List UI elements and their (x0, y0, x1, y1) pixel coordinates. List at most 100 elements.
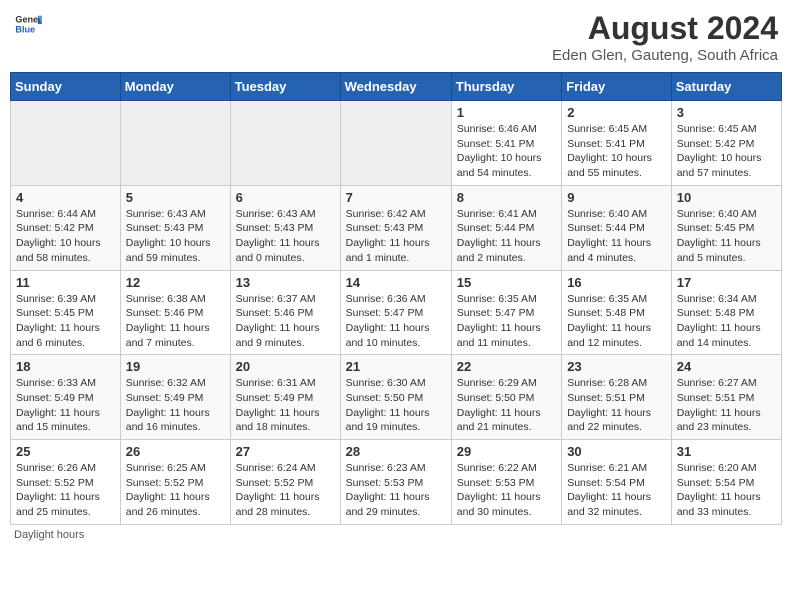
cell-info: Sunrise: 6:45 AM Sunset: 5:41 PM Dayligh… (567, 122, 666, 181)
cell-info: Sunrise: 6:20 AM Sunset: 5:54 PM Dayligh… (677, 461, 776, 520)
calendar-cell: 4Sunrise: 6:44 AM Sunset: 5:42 PM Daylig… (11, 185, 121, 270)
calendar-cell: 28Sunrise: 6:23 AM Sunset: 5:53 PM Dayli… (340, 440, 451, 525)
cell-info: Sunrise: 6:25 AM Sunset: 5:52 PM Dayligh… (126, 461, 225, 520)
cell-info: Sunrise: 6:40 AM Sunset: 5:45 PM Dayligh… (677, 207, 776, 266)
daylight-label: Daylight hours (14, 529, 84, 541)
header: General Blue August 2024 Eden Glen, Gaut… (10, 10, 782, 64)
col-header-sunday: Sunday (11, 73, 121, 101)
cell-info: Sunrise: 6:41 AM Sunset: 5:44 PM Dayligh… (457, 207, 556, 266)
calendar-cell: 9 Sunrise: 6:40 AM Sunset: 5:44 PM Daylig… (562, 185, 672, 270)
calendar-cell: 14 Sunrise: 6:36 AM Sunset: 5:47 PM Dayli… (340, 270, 451, 355)
calendar-cell: 1 Sunrise: 6:46 AM Sunset: 5:41 PM Daylig… (451, 101, 561, 186)
calendar-cell: 2 Sunrise: 6:45 AM Sunset: 5:41 PM Daylig… (562, 101, 672, 186)
calendar-week-row: 18 Sunrise: 6:33 AM Sunset: 5:49 PM Dayli… (11, 355, 782, 440)
calendar-table: SundayMondayTuesdayWednesdayThursdayFrid… (10, 72, 782, 525)
calendar-cell: 25 Sunrise: 6:26 AM Sunset: 5:52 PM Dayli… (11, 440, 121, 525)
cell-info: Sunrise: 6:26 AM Sunset: 5:52 PM Dayligh… (16, 461, 115, 520)
cell-info: Sunrise: 6:39 AM Sunset: 5:45 PM Dayligh… (16, 292, 115, 351)
cell-date-number: 26 (126, 444, 225, 459)
cell-date-number: 27 (236, 444, 335, 459)
cell-info: Sunrise: 6:37 AM Sunset: 5:46 PM Dayligh… (236, 292, 335, 351)
title-area: August 2024 Eden Glen, Gauteng, South Af… (552, 10, 778, 64)
cell-date-number: 20 (236, 359, 335, 374)
col-header-thursday: Thursday (451, 73, 561, 101)
calendar-cell: 8 Sunrise: 6:41 AM Sunset: 5:44 PM Daylig… (451, 185, 561, 270)
calendar-cell (11, 101, 121, 186)
calendar-cell: 22Sunrise: 6:29 AM Sunset: 5:50 PM Dayli… (451, 355, 561, 440)
col-header-tuesday: Tuesday (230, 73, 340, 101)
calendar-cell: 15Sunrise: 6:35 AM Sunset: 5:47 PM Dayli… (451, 270, 561, 355)
calendar-cell: 11 Sunrise: 6:39 AM Sunset: 5:45 PM Dayli… (11, 270, 121, 355)
cell-date-number: 14 (346, 275, 446, 290)
footer-note: Daylight hours (10, 529, 782, 541)
cell-date-number: 18 (16, 359, 115, 374)
cell-date-number: 12 (126, 275, 225, 290)
calendar-cell: 24 Sunrise: 6:27 AM Sunset: 5:51 PM Dayli… (671, 355, 781, 440)
col-header-monday: Monday (120, 73, 230, 101)
cell-date-number: 4 (16, 190, 115, 205)
cell-info: Sunrise: 6:24 AM Sunset: 5:52 PM Dayligh… (236, 461, 335, 520)
cell-date-number: 2 (567, 105, 666, 120)
calendar-cell: 16 Sunrise: 6:35 AM Sunset: 5:48 PM Dayli… (562, 270, 672, 355)
calendar-cell (340, 101, 451, 186)
calendar-cell: 31 Sunrise: 6:20 AM Sunset: 5:54 PM Dayli… (671, 440, 781, 525)
cell-info: Sunrise: 6:43 AM Sunset: 5:43 PM Dayligh… (236, 207, 335, 266)
col-header-saturday: Saturday (671, 73, 781, 101)
calendar-week-row: 11 Sunrise: 6:39 AM Sunset: 5:45 PM Dayli… (11, 270, 782, 355)
calendar-cell (230, 101, 340, 186)
cell-date-number: 17 (677, 275, 776, 290)
cell-date-number: 8 (457, 190, 556, 205)
cell-date-number: 9 (567, 190, 666, 205)
cell-date-number: 11 (16, 275, 115, 290)
calendar-week-row: 1 Sunrise: 6:46 AM Sunset: 5:41 PM Daylig… (11, 101, 782, 186)
cell-date-number: 23 (567, 359, 666, 374)
cell-info: Sunrise: 6:21 AM Sunset: 5:54 PM Dayligh… (567, 461, 666, 520)
cell-info: Sunrise: 6:38 AM Sunset: 5:46 PM Dayligh… (126, 292, 225, 351)
cell-info: Sunrise: 6:46 AM Sunset: 5:41 PM Dayligh… (457, 122, 556, 181)
col-header-friday: Friday (562, 73, 672, 101)
cell-info: Sunrise: 6:43 AM Sunset: 5:43 PM Dayligh… (126, 207, 225, 266)
cell-info: Sunrise: 6:23 AM Sunset: 5:53 PM Dayligh… (346, 461, 446, 520)
cell-date-number: 29 (457, 444, 556, 459)
cell-date-number: 16 (567, 275, 666, 290)
cell-info: Sunrise: 6:29 AM Sunset: 5:50 PM Dayligh… (457, 376, 556, 435)
calendar-cell: 12 Sunrise: 6:38 AM Sunset: 5:46 PM Dayli… (120, 270, 230, 355)
cell-date-number: 1 (457, 105, 556, 120)
calendar-cell: 18 Sunrise: 6:33 AM Sunset: 5:49 PM Dayli… (11, 355, 121, 440)
cell-info: Sunrise: 6:36 AM Sunset: 5:47 PM Dayligh… (346, 292, 446, 351)
cell-info: Sunrise: 6:40 AM Sunset: 5:44 PM Dayligh… (567, 207, 666, 266)
calendar-cell: 20 Sunrise: 6:31 AM Sunset: 5:49 PM Dayli… (230, 355, 340, 440)
cell-date-number: 5 (126, 190, 225, 205)
logo-icon: General Blue (14, 10, 42, 38)
cell-date-number: 3 (677, 105, 776, 120)
cell-info: Sunrise: 6:27 AM Sunset: 5:51 PM Dayligh… (677, 376, 776, 435)
calendar-cell: 17 Sunrise: 6:34 AM Sunset: 5:48 PM Dayli… (671, 270, 781, 355)
cell-date-number: 24 (677, 359, 776, 374)
cell-date-number: 13 (236, 275, 335, 290)
cell-date-number: 15 (457, 275, 556, 290)
cell-info: Sunrise: 6:30 AM Sunset: 5:50 PM Dayligh… (346, 376, 446, 435)
calendar-cell: 23 Sunrise: 6:28 AM Sunset: 5:51 PM Dayli… (562, 355, 672, 440)
cell-info: Sunrise: 6:28 AM Sunset: 5:51 PM Dayligh… (567, 376, 666, 435)
page-subtitle: Eden Glen, Gauteng, South Africa (552, 47, 778, 64)
page-title: August 2024 (552, 10, 778, 47)
cell-info: Sunrise: 6:31 AM Sunset: 5:49 PM Dayligh… (236, 376, 335, 435)
svg-text:Blue: Blue (15, 24, 35, 34)
calendar-cell: 29Sunrise: 6:22 AM Sunset: 5:53 PM Dayli… (451, 440, 561, 525)
cell-date-number: 21 (346, 359, 446, 374)
cell-date-number: 10 (677, 190, 776, 205)
cell-date-number: 31 (677, 444, 776, 459)
calendar-cell: 5 Sunrise: 6:43 AM Sunset: 5:43 PM Daylig… (120, 185, 230, 270)
cell-info: Sunrise: 6:42 AM Sunset: 5:43 PM Dayligh… (346, 207, 446, 266)
cell-date-number: 30 (567, 444, 666, 459)
logo: General Blue (14, 10, 42, 38)
calendar-cell: 13 Sunrise: 6:37 AM Sunset: 5:46 PM Dayli… (230, 270, 340, 355)
cell-info: Sunrise: 6:35 AM Sunset: 5:48 PM Dayligh… (567, 292, 666, 351)
calendar-cell: 30 Sunrise: 6:21 AM Sunset: 5:54 PM Dayli… (562, 440, 672, 525)
calendar-week-row: 25 Sunrise: 6:26 AM Sunset: 5:52 PM Dayli… (11, 440, 782, 525)
cell-date-number: 25 (16, 444, 115, 459)
calendar-cell: 27 Sunrise: 6:24 AM Sunset: 5:52 PM Dayli… (230, 440, 340, 525)
col-header-wednesday: Wednesday (340, 73, 451, 101)
cell-info: Sunrise: 6:34 AM Sunset: 5:48 PM Dayligh… (677, 292, 776, 351)
cell-info: Sunrise: 6:33 AM Sunset: 5:49 PM Dayligh… (16, 376, 115, 435)
